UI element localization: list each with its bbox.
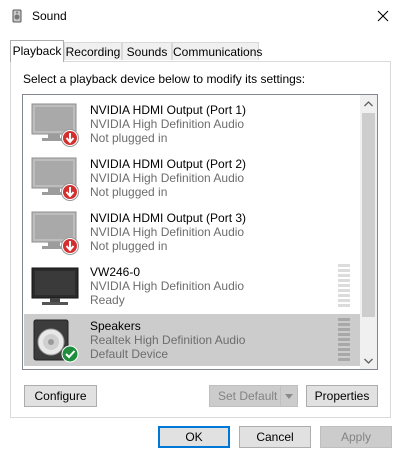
tab-playback[interactable]: Playback — [10, 40, 64, 62]
instruction-text: Select a playback device below to modify… — [23, 72, 306, 86]
tab-sounds[interactable]: Sounds — [122, 42, 172, 60]
device-driver: NVIDIA High Definition Audio — [90, 225, 245, 239]
scroll-up-button[interactable] — [360, 95, 377, 112]
volume-meter — [338, 318, 350, 361]
device-status: Not plugged in — [90, 131, 168, 145]
set-default-split-button[interactable]: Set Default — [209, 385, 298, 407]
device-driver: NVIDIA High Definition Audio — [90, 117, 245, 131]
monitor-icon — [31, 103, 79, 147]
scroll-thumb[interactable] — [362, 113, 375, 317]
unplugged-badge — [61, 237, 79, 255]
chevron-down-icon — [285, 393, 293, 399]
set-default-label: Set Default — [218, 389, 278, 403]
device-driver: NVIDIA High Definition Audio — [90, 171, 245, 185]
device-list[interactable]: NVIDIA HDMI Output (Port 1) NVIDIA High … — [22, 94, 378, 370]
close-button[interactable] — [366, 0, 400, 32]
device-name: NVIDIA HDMI Output (Port 2) — [90, 157, 247, 171]
device-driver: Realtek High Definition Audio — [90, 333, 246, 347]
unplugged-badge — [61, 183, 79, 201]
device-status: Ready — [90, 293, 125, 307]
volume-meter — [338, 264, 350, 307]
vertical-scrollbar[interactable] — [360, 95, 377, 369]
unplugged-badge — [61, 129, 79, 147]
title-bar: Sound — [0, 0, 400, 32]
ok-button[interactable]: OK — [158, 426, 230, 448]
set-default-dropdown[interactable] — [280, 386, 297, 406]
close-icon — [377, 10, 389, 22]
monitor-icon — [31, 267, 79, 305]
device-driver: NVIDIA High Definition Audio — [90, 279, 245, 293]
device-name: VW246-0 — [90, 265, 141, 279]
device-name: Speakers — [90, 319, 141, 333]
cancel-button[interactable]: Cancel — [239, 426, 311, 448]
device-item-hdmi-port-1[interactable]: NVIDIA HDMI Output (Port 1) NVIDIA High … — [24, 98, 360, 150]
device-status: Not plugged in — [90, 185, 168, 199]
device-name: NVIDIA HDMI Output (Port 1) — [90, 103, 247, 117]
monitor-icon — [31, 157, 79, 201]
tab-communications[interactable]: Communications — [172, 42, 262, 60]
device-item-speakers[interactable]: Speakers Realtek High Definition Audio D… — [24, 314, 360, 366]
configure-button[interactable]: Configure — [24, 385, 97, 407]
speaker-app-icon — [12, 9, 22, 23]
default-check-badge — [61, 345, 79, 363]
device-name: NVIDIA HDMI Output (Port 3) — [90, 211, 247, 225]
device-status: Not plugged in — [90, 239, 168, 253]
device-status: Default Device — [90, 347, 169, 361]
chevron-up-icon — [364, 100, 373, 106]
device-item-vw246[interactable]: VW246-0 NVIDIA High Definition Audio Rea… — [24, 260, 360, 312]
device-item-hdmi-port-3[interactable]: NVIDIA HDMI Output (Port 3) NVIDIA High … — [24, 206, 360, 258]
tab-recording[interactable]: Recording — [64, 42, 122, 60]
chevron-down-icon — [364, 358, 373, 364]
monitor-icon — [31, 211, 79, 255]
apply-button[interactable]: Apply — [320, 426, 392, 448]
window-title: Sound — [32, 9, 67, 23]
properties-button[interactable]: Properties — [306, 385, 378, 407]
speaker-icon — [33, 319, 79, 363]
device-item-hdmi-port-2[interactable]: NVIDIA HDMI Output (Port 2) NVIDIA High … — [24, 152, 360, 204]
scroll-down-button[interactable] — [360, 352, 377, 369]
